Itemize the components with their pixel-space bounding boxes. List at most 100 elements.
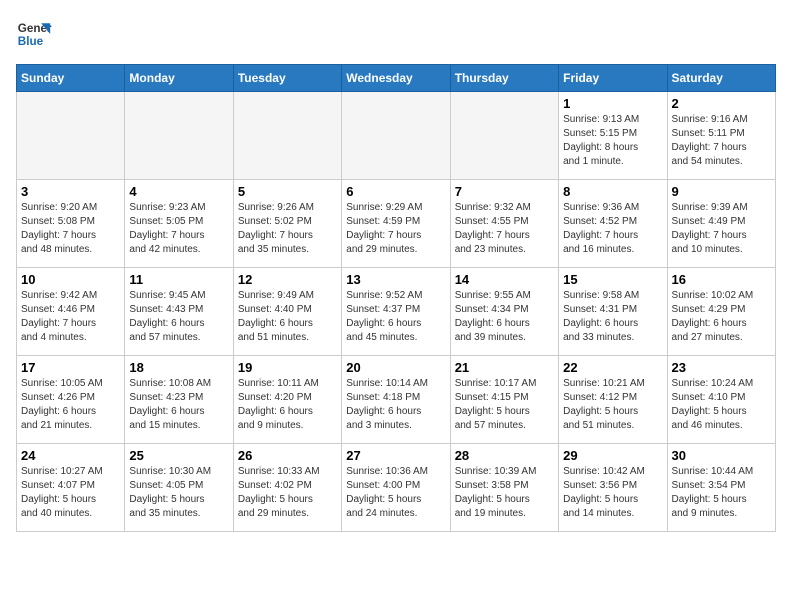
day-info: Sunrise: 10:08 AM Sunset: 4:23 PM Daylig…: [129, 377, 228, 433]
calendar-cell: 28Sunrise: 10:39 AM Sunset: 3:58 PM Dayl…: [450, 444, 558, 532]
day-info: Sunrise: 10:36 AM Sunset: 4:00 PM Daylig…: [346, 465, 445, 521]
page-header: General Blue: [16, 16, 776, 52]
day-number: 25: [129, 448, 228, 463]
calendar-cell: 19Sunrise: 10:11 AM Sunset: 4:20 PM Dayl…: [233, 356, 341, 444]
calendar-cell: [450, 92, 558, 180]
calendar-week-4: 24Sunrise: 10:27 AM Sunset: 4:07 PM Dayl…: [17, 444, 776, 532]
calendar-cell: 5 Sunrise: 9:26 AM Sunset: 5:02 PM Daylig…: [233, 180, 341, 268]
weekday-header-monday: Monday: [125, 65, 233, 92]
calendar-cell: 16 Sunrise: 10:02 AM Sunset: 4:29 PM Dayl…: [667, 268, 775, 356]
calendar-cell: 22 Sunrise: 10:21 AM Sunset: 4:12 PM Dayl…: [559, 356, 667, 444]
day-number: 21: [455, 360, 554, 375]
calendar-week-1: 3 Sunrise: 9:20 AM Sunset: 5:08 PM Daylig…: [17, 180, 776, 268]
day-info: Sunrise: 10:17 AM Sunset: 4:15 PM Daylig…: [455, 377, 554, 433]
calendar-cell: 26 Sunrise: 10:33 AM Sunset: 4:02 PM Dayl…: [233, 444, 341, 532]
day-number: 23: [672, 360, 771, 375]
day-info: Sunrise: 10:44 AM Sunset: 3:54 PM Daylig…: [672, 465, 771, 521]
day-info: Sunrise: 10:42 AM Sunset: 3:56 PM Daylig…: [563, 465, 662, 521]
calendar-cell: 8 Sunrise: 9:36 AM Sunset: 4:52 PM Daylig…: [559, 180, 667, 268]
day-info: Sunrise: 9:16 AM Sunset: 5:11 PM Dayligh…: [672, 113, 771, 169]
day-number: 7: [455, 184, 554, 199]
calendar-header-row: SundayMondayTuesdayWednesdayThursdayFrid…: [17, 65, 776, 92]
day-number: 27: [346, 448, 445, 463]
calendar-cell: 14Sunrise: 9:55 AM Sunset: 4:34 PM Dayli…: [450, 268, 558, 356]
weekday-header-sunday: Sunday: [17, 65, 125, 92]
day-number: 16: [672, 272, 771, 287]
day-info: Sunrise: 9:23 AM Sunset: 5:05 PM Dayligh…: [129, 201, 228, 257]
calendar-cell: 6 Sunrise: 9:29 AM Sunset: 4:59 PM Daylig…: [342, 180, 450, 268]
day-info: Sunrise: 9:36 AM Sunset: 4:52 PM Dayligh…: [563, 201, 662, 257]
day-number: 17: [21, 360, 120, 375]
weekday-header-thursday: Thursday: [450, 65, 558, 92]
day-info: Sunrise: 9:29 AM Sunset: 4:59 PM Dayligh…: [346, 201, 445, 257]
day-number: 6: [346, 184, 445, 199]
day-number: 8: [563, 184, 662, 199]
calendar-cell: 12 Sunrise: 9:49 AM Sunset: 4:40 PM Dayli…: [233, 268, 341, 356]
day-info: Sunrise: 10:33 AM Sunset: 4:02 PM Daylig…: [238, 465, 337, 521]
calendar-cell: 20 Sunrise: 10:14 AM Sunset: 4:18 PM Dayl…: [342, 356, 450, 444]
day-info: Sunrise: 9:52 AM Sunset: 4:37 PM Dayligh…: [346, 289, 445, 345]
calendar-table: SundayMondayTuesdayWednesdayThursdayFrid…: [16, 64, 776, 532]
day-info: Sunrise: 9:58 AM Sunset: 4:31 PM Dayligh…: [563, 289, 662, 345]
day-number: 11: [129, 272, 228, 287]
calendar-cell: 3 Sunrise: 9:20 AM Sunset: 5:08 PM Daylig…: [17, 180, 125, 268]
calendar-cell: 29 Sunrise: 10:42 AM Sunset: 3:56 PM Dayl…: [559, 444, 667, 532]
calendar-cell: 13 Sunrise: 9:52 AM Sunset: 4:37 PM Dayli…: [342, 268, 450, 356]
day-info: Sunrise: 9:42 AM Sunset: 4:46 PM Dayligh…: [21, 289, 120, 345]
calendar-cell: [342, 92, 450, 180]
calendar-week-3: 17 Sunrise: 10:05 AM Sunset: 4:26 PM Dayl…: [17, 356, 776, 444]
day-info: Sunrise: 10:39 AM Sunset: 3:58 PM Daylig…: [455, 465, 554, 521]
day-info: Sunrise: 10:21 AM Sunset: 4:12 PM Daylig…: [563, 377, 662, 433]
calendar-body: 1Sunrise: 9:13 AM Sunset: 5:15 PM Daylig…: [17, 92, 776, 532]
day-number: 13: [346, 272, 445, 287]
calendar-cell: 27 Sunrise: 10:36 AM Sunset: 4:00 PM Dayl…: [342, 444, 450, 532]
day-info: Sunrise: 9:55 AM Sunset: 4:34 PM Dayligh…: [455, 289, 554, 345]
calendar-cell: 21 Sunrise: 10:17 AM Sunset: 4:15 PM Dayl…: [450, 356, 558, 444]
day-number: 22: [563, 360, 662, 375]
day-info: Sunrise: 9:20 AM Sunset: 5:08 PM Dayligh…: [21, 201, 120, 257]
day-number: 1: [563, 96, 662, 111]
day-number: 10: [21, 272, 120, 287]
calendar-cell: [233, 92, 341, 180]
weekday-header-tuesday: Tuesday: [233, 65, 341, 92]
day-number: 24: [21, 448, 120, 463]
calendar-cell: [17, 92, 125, 180]
day-number: 3: [21, 184, 120, 199]
day-number: 2: [672, 96, 771, 111]
day-number: 5: [238, 184, 337, 199]
calendar-cell: 2 Sunrise: 9:16 AM Sunset: 5:11 PM Daylig…: [667, 92, 775, 180]
day-number: 19: [238, 360, 337, 375]
calendar-cell: 18 Sunrise: 10:08 AM Sunset: 4:23 PM Dayl…: [125, 356, 233, 444]
calendar-cell: 17 Sunrise: 10:05 AM Sunset: 4:26 PM Dayl…: [17, 356, 125, 444]
day-info: Sunrise: 10:05 AM Sunset: 4:26 PM Daylig…: [21, 377, 120, 433]
calendar-cell: 1Sunrise: 9:13 AM Sunset: 5:15 PM Daylig…: [559, 92, 667, 180]
day-info: Sunrise: 9:26 AM Sunset: 5:02 PM Dayligh…: [238, 201, 337, 257]
day-number: 4: [129, 184, 228, 199]
calendar-cell: 15Sunrise: 9:58 AM Sunset: 4:31 PM Dayli…: [559, 268, 667, 356]
svg-text:Blue: Blue: [18, 35, 44, 48]
day-info: Sunrise: 9:49 AM Sunset: 4:40 PM Dayligh…: [238, 289, 337, 345]
calendar-cell: 9Sunrise: 9:39 AM Sunset: 4:49 PM Daylig…: [667, 180, 775, 268]
weekday-header-wednesday: Wednesday: [342, 65, 450, 92]
calendar-cell: 30 Sunrise: 10:44 AM Sunset: 3:54 PM Dayl…: [667, 444, 775, 532]
day-info: Sunrise: 9:45 AM Sunset: 4:43 PM Dayligh…: [129, 289, 228, 345]
calendar-week-0: 1Sunrise: 9:13 AM Sunset: 5:15 PM Daylig…: [17, 92, 776, 180]
day-info: Sunrise: 10:30 AM Sunset: 4:05 PM Daylig…: [129, 465, 228, 521]
day-number: 30: [672, 448, 771, 463]
calendar-cell: 4 Sunrise: 9:23 AM Sunset: 5:05 PM Daylig…: [125, 180, 233, 268]
day-info: Sunrise: 10:02 AM Sunset: 4:29 PM Daylig…: [672, 289, 771, 345]
logo: General Blue: [16, 16, 52, 52]
day-number: 26: [238, 448, 337, 463]
logo-icon: General Blue: [16, 16, 52, 52]
calendar-cell: 23Sunrise: 10:24 AM Sunset: 4:10 PM Dayl…: [667, 356, 775, 444]
day-number: 12: [238, 272, 337, 287]
day-number: 18: [129, 360, 228, 375]
day-number: 20: [346, 360, 445, 375]
day-info: Sunrise: 9:39 AM Sunset: 4:49 PM Dayligh…: [672, 201, 771, 257]
day-number: 29: [563, 448, 662, 463]
weekday-header-saturday: Saturday: [667, 65, 775, 92]
calendar-week-2: 10 Sunrise: 9:42 AM Sunset: 4:46 PM Dayli…: [17, 268, 776, 356]
day-info: Sunrise: 10:14 AM Sunset: 4:18 PM Daylig…: [346, 377, 445, 433]
calendar-cell: 7 Sunrise: 9:32 AM Sunset: 4:55 PM Daylig…: [450, 180, 558, 268]
day-info: Sunrise: 9:32 AM Sunset: 4:55 PM Dayligh…: [455, 201, 554, 257]
